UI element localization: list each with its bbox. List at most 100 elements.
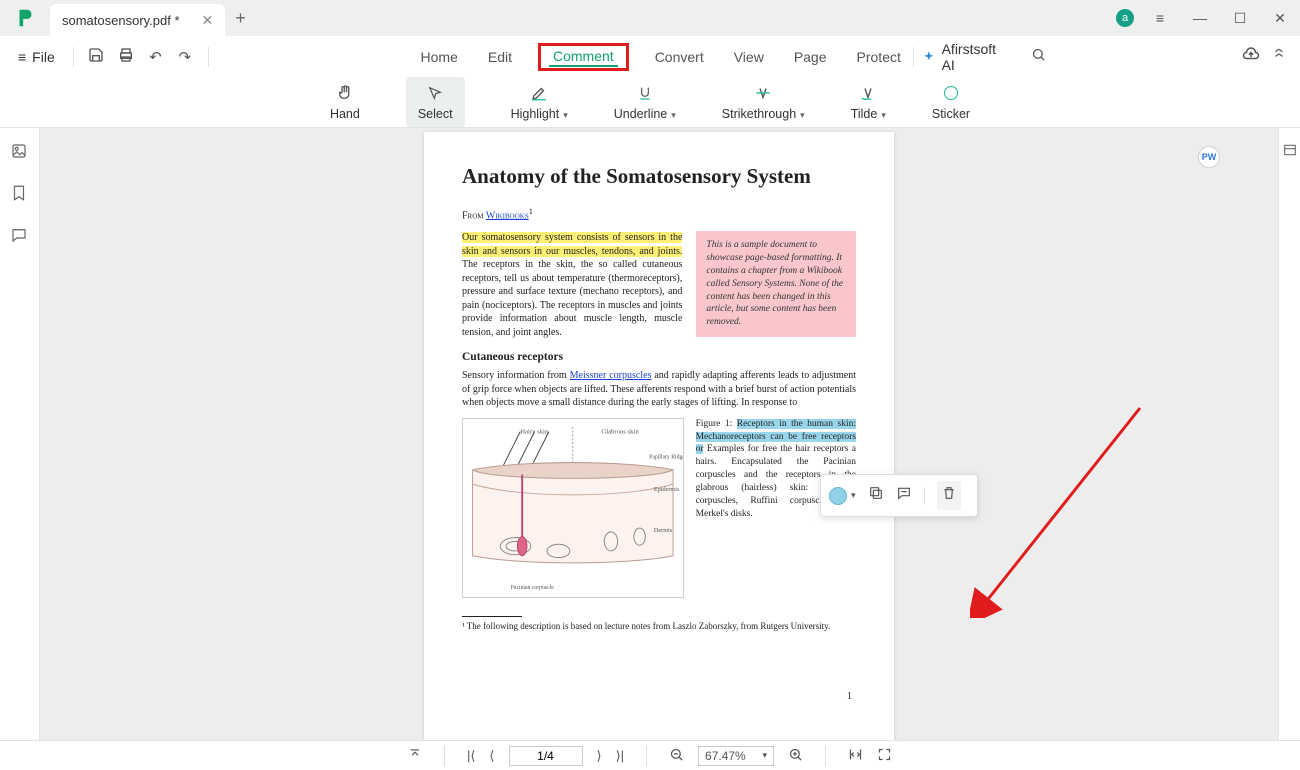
print-icon[interactable] [111,47,140,67]
sticker-tool[interactable]: Sticker [932,83,970,121]
page-number: 1 [847,691,852,702]
svg-text:Dermis: Dermis [654,527,673,534]
tab-home[interactable]: Home [417,47,462,67]
thumbnails-icon[interactable] [10,142,30,162]
tab-convert[interactable]: Convert [651,47,708,67]
next-page-icon[interactable]: ⟩ [597,748,602,764]
zoom-out-icon[interactable] [669,747,684,765]
left-rail [0,128,40,740]
redo-icon[interactable]: ↷ [170,48,199,66]
separator [646,746,647,766]
footnote-rule [462,616,522,617]
diagram-label-glabrous: Glabrous skin [601,428,639,435]
canvas[interactable]: Anatomy of the Somatosensory System From… [40,128,1278,740]
yellow-highlight[interactable]: Our somatosensory system consists of sen… [462,232,682,257]
tab-edit[interactable]: Edit [484,47,516,67]
menu-tabs: Home Edit Comment Convert View Page Prot… [417,43,905,71]
tab-comment-highlighted: Comment [538,43,629,71]
ribbon-toolbar: Hand Select Highlight Underline Striketh… [0,76,1300,128]
hamburger-menu-icon[interactable]: ≡ [1140,10,1180,26]
user-avatar[interactable]: a [1116,9,1134,27]
separator [444,746,445,766]
meissner-link[interactable]: Meissner corpuscles [570,370,652,381]
tab-comment[interactable]: Comment [549,46,618,67]
right-rail [1278,128,1300,740]
chevron-down-icon: ▾ [763,750,768,761]
color-dropdown-icon[interactable]: ▾ [851,490,856,501]
fit-width-icon[interactable] [848,747,863,765]
copy-icon[interactable] [868,485,884,506]
menu-bar: ≡ File ↶ ↷ Home Edit Comment Convert Vie… [0,36,1300,76]
underline-icon [637,83,653,103]
sparkle-icon [922,50,936,64]
svg-text:Papillary Ridges: Papillary Ridges [649,454,682,460]
save-icon[interactable] [82,47,111,67]
color-swatch-icon[interactable] [829,487,847,505]
sample-note-box: This is a sample document to showcase pa… [696,231,856,337]
body-paragraph-1: Our somatosensory system consists of sen… [462,231,682,339]
delete-icon[interactable] [937,481,961,510]
menu-icon: ≡ [18,49,26,65]
subheading: Cutaneous receptors [462,351,856,363]
tilde-icon [859,83,877,103]
select-tool[interactable]: Select [406,77,465,127]
document-tab-title: somatosensory.pdf * [62,13,180,28]
tab-view[interactable]: View [730,47,768,67]
main-area: Anatomy of the Somatosensory System From… [0,128,1300,740]
separator [208,47,209,67]
convert-to-word-badge[interactable]: PW [1198,146,1220,168]
body-paragraph-2: Sensory information from Meissner corpus… [462,369,856,410]
underline-tool[interactable]: Underline [614,83,676,121]
tilde-tool[interactable]: Tilde [851,83,886,121]
hand-icon [336,83,354,103]
comment-icon[interactable] [896,485,912,506]
separator [825,746,826,766]
add-tab-button[interactable]: + [235,8,246,29]
collapse-ribbon-icon[interactable] [1272,47,1286,66]
hand-tool[interactable]: Hand [330,83,360,121]
document-tab[interactable]: somatosensory.pdf * ✕ [50,4,225,36]
separator [913,47,914,67]
tab-protect[interactable]: Protect [853,47,905,67]
highlight-context-popup: ▾ [820,474,978,517]
fullscreen-icon[interactable] [877,747,892,765]
separator [924,487,925,505]
wikibooks-link[interactable]: Wikibooks [486,210,529,221]
skin-diagram: Hairy skin Glabrous skin Papillary Ridge… [462,418,684,598]
window-maximize-icon[interactable]: ☐ [1220,10,1260,27]
page-input[interactable] [509,746,583,766]
footnote: ¹ The following description is based on … [462,621,856,631]
tab-page[interactable]: Page [790,47,831,67]
file-menu[interactable]: ≡ File [8,45,65,69]
svg-text:Pacinian corpuscle: Pacinian corpuscle [511,585,554,591]
zoom-select[interactable]: 67.47% ▾ [698,746,774,766]
sticker-icon [944,83,958,103]
prev-page-icon[interactable]: ⟨ [489,748,494,764]
strikethrough-tool[interactable]: Strikethrough [722,83,805,121]
svg-text:Epidermis: Epidermis [654,486,680,493]
bottom-bar: |⟨ ⟨ ⟩ ⟩| 67.47% ▾ [0,740,1300,770]
cloud-upload-icon[interactable] [1242,45,1260,68]
scroll-to-top-icon[interactable] [408,747,422,764]
app-logo-icon [14,7,36,29]
close-tab-icon[interactable]: ✕ [202,13,214,27]
pdf-page: Anatomy of the Somatosensory System From… [424,132,894,740]
separator [73,47,74,67]
annotation-arrow [970,398,1150,618]
document-title: Anatomy of the Somatosensory System [462,164,856,189]
last-page-icon[interactable]: ⟩| [616,748,624,764]
title-bar: somatosensory.pdf * ✕ + a ≡ — ☐ ✕ [0,0,1300,36]
highlight-icon [530,83,548,103]
panel-toggle-icon[interactable] [1282,142,1298,158]
search-icon[interactable] [1031,47,1046,67]
window-minimize-icon[interactable]: — [1180,10,1220,26]
zoom-in-icon[interactable] [788,747,803,765]
undo-icon[interactable]: ↶ [141,48,170,66]
highlight-tool[interactable]: Highlight [511,83,568,121]
ai-button[interactable]: Afirstsoft AI [922,41,1011,73]
bookmarks-icon[interactable] [10,184,30,204]
window-close-icon[interactable]: ✕ [1260,10,1300,27]
first-page-icon[interactable]: |⟨ [467,748,475,764]
document-source: From Wikibooks1 [462,207,856,221]
comments-panel-icon[interactable] [10,226,30,246]
